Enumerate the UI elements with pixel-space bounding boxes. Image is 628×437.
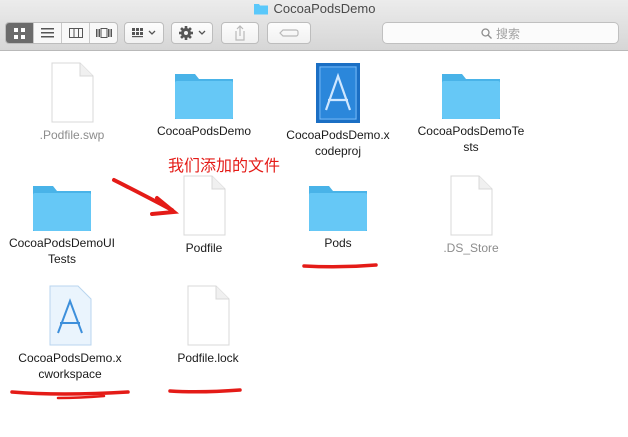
xcworkspace-underline [10,390,130,396]
xcworkspace-underline-2 [56,394,106,400]
podfile-lock-underline [168,388,242,394]
annotation-marks [10,178,378,400]
pods-underline [302,263,378,269]
